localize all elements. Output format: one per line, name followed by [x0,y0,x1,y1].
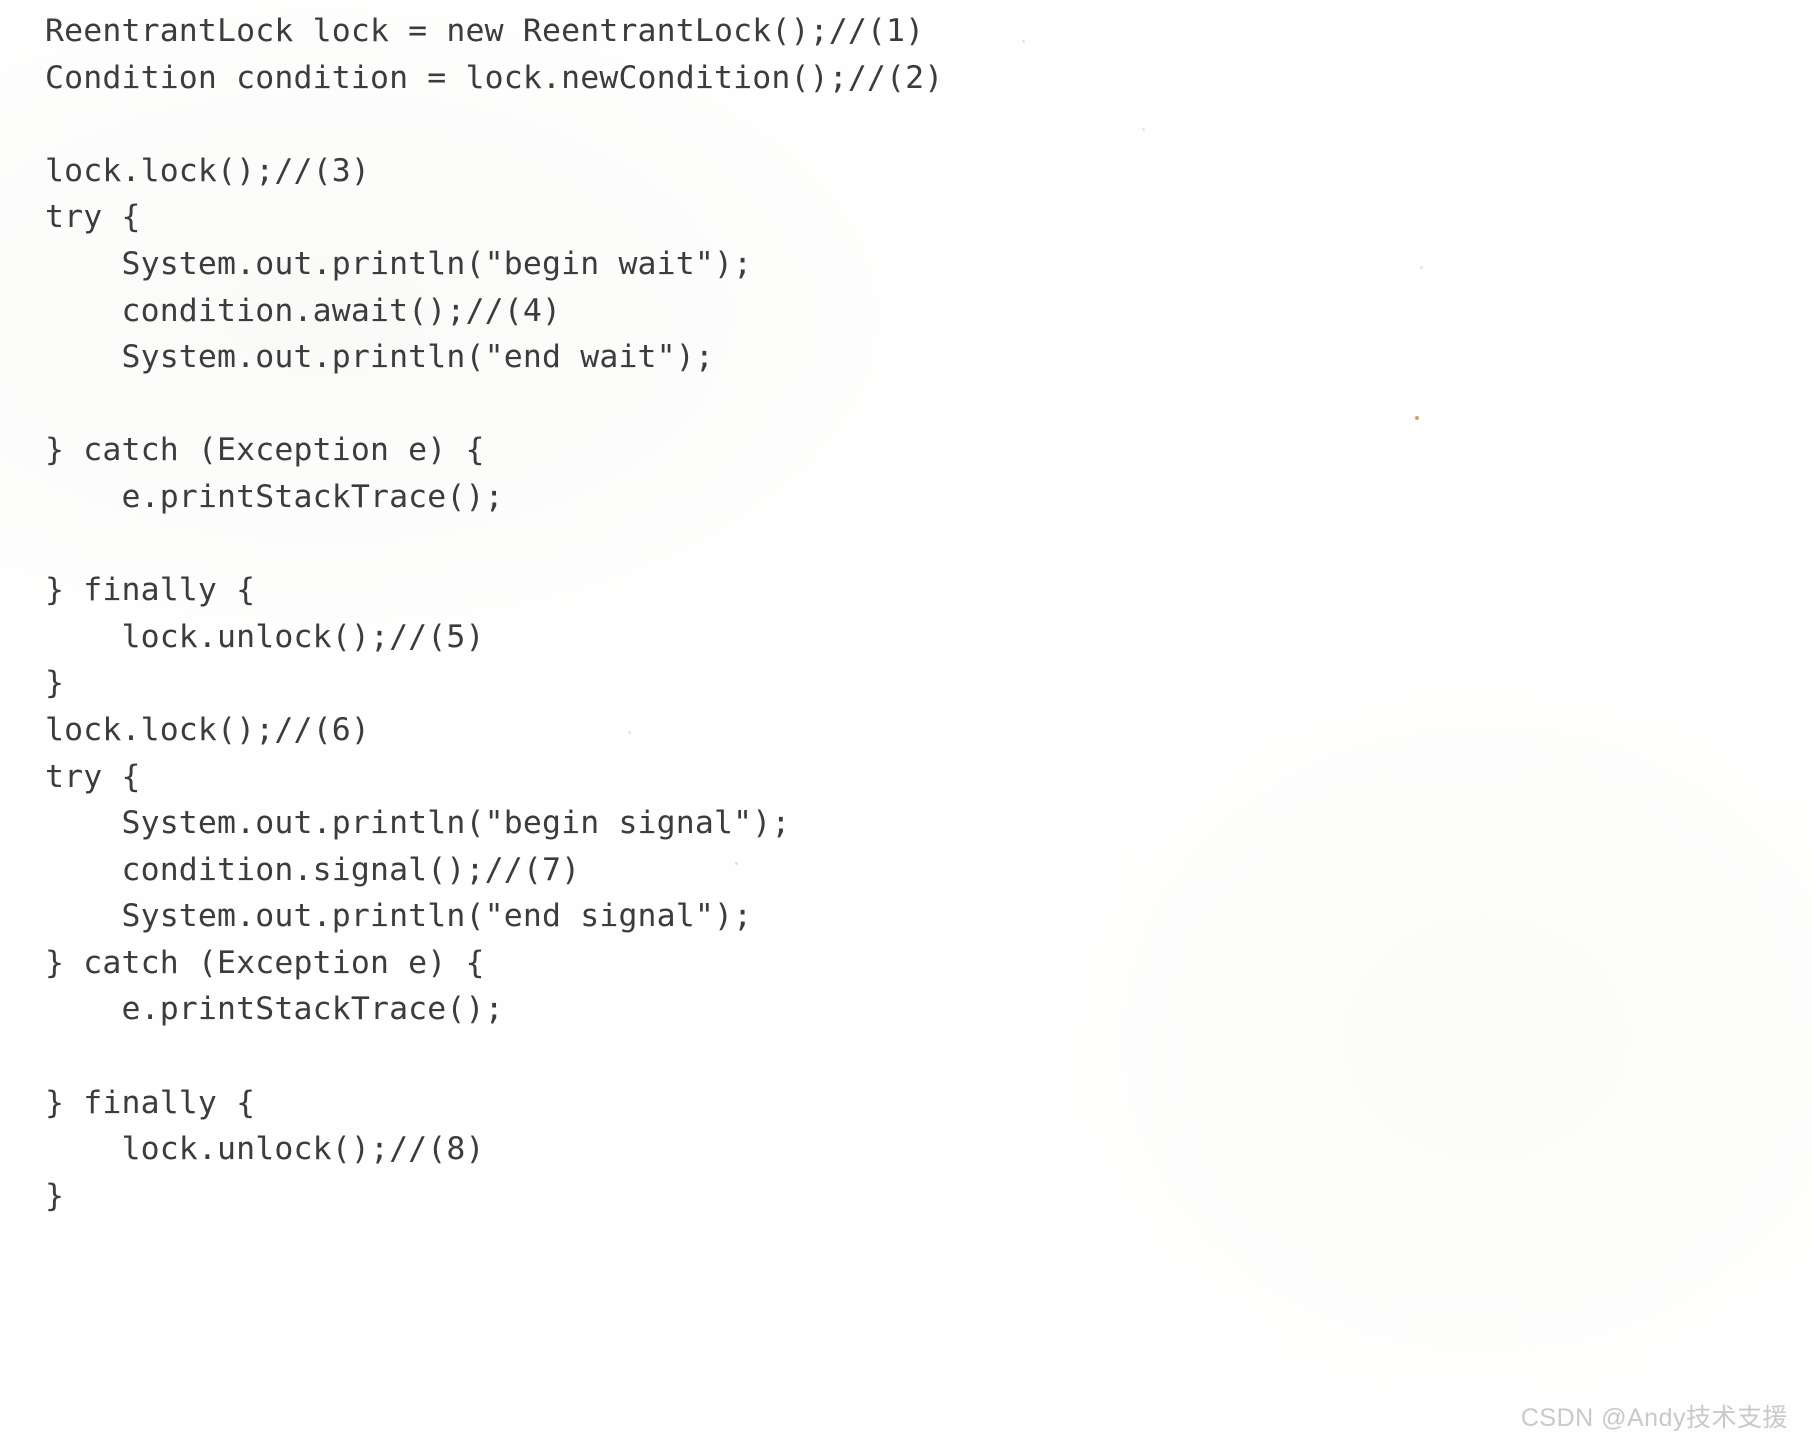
code-line: } [45,665,65,702]
code-line: lock.unlock();//(8) [45,1131,485,1168]
code-line: lock.lock();//(6) [45,711,370,748]
code-line: } catch (Exception e) { [45,944,485,981]
code-line: e.printStackTrace(); [45,991,504,1028]
code-line: e.printStackTrace(); [45,478,504,515]
code-line: ReentrantLock lock = new ReentrantLock()… [45,13,925,49]
code-line: } finally { [45,1084,256,1121]
code-line: System.out.println("begin signal"); [45,805,791,842]
code-line: System.out.println("end signal"); [45,898,753,935]
code-listing: ReentrantLock lock = new ReentrantLock()… [45,8,1745,1219]
code-line: try { [45,199,141,236]
code-line: } finally { [45,572,256,609]
code-line: try { [45,758,141,795]
code-line: lock.lock();//(3) [45,152,370,189]
code-line: condition.signal();//(7) [45,851,581,888]
code-line: } catch (Exception e) { [45,432,485,469]
code-line: lock.unlock();//(5) [45,618,485,655]
scanned-page: ReentrantLock lock = new ReentrantLock()… [0,0,1812,1442]
code-line: condition.await();//(4) [45,292,562,329]
csdn-watermark: CSDN @Andy技术支援 [1520,1404,1788,1432]
code-line: Condition condition = lock.newCondition(… [45,59,944,96]
code-line: System.out.println("end wait"); [45,339,715,376]
code-line: } [45,1177,65,1214]
code-line: System.out.println("begin wait"); [45,245,753,282]
